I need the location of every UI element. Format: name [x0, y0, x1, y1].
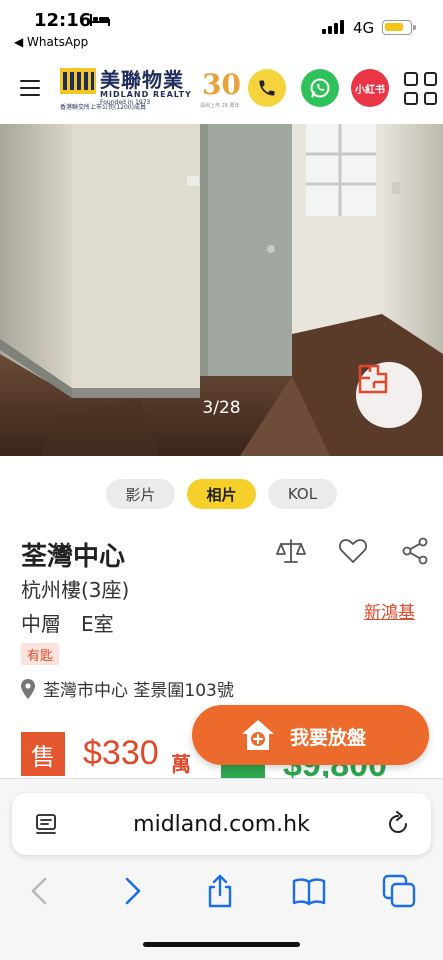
compare-scale-icon[interactable] — [276, 536, 306, 566]
sale-price: $330 — [83, 734, 159, 772]
back-to-app-link[interactable]: ◀ WhatsApp — [14, 35, 88, 49]
apps-grid-icon[interactable] — [404, 72, 437, 105]
network-type: 4G — [353, 19, 375, 37]
signal-icon — [322, 20, 344, 34]
midland-logo[interactable]: 美聯物業 MIDLAND REALTY Founded in 1973 香港聯交… — [60, 64, 242, 112]
browser-toolbar: midland.com.hk — [0, 778, 443, 960]
tabs-icon[interactable] — [381, 873, 417, 909]
listing-actions — [276, 536, 430, 566]
sleep-focus-icon — [90, 14, 110, 26]
anniversary-badge: 30 深圳上市 28 周年 — [198, 68, 242, 110]
share-page-icon[interactable] — [202, 873, 238, 909]
sale-badge: 售 — [21, 732, 65, 776]
floorplan-icon — [358, 364, 388, 394]
brand-name-cn: 美聯物業 — [100, 68, 184, 92]
status-time: 12:16 — [34, 10, 92, 31]
phone-icon — [259, 80, 275, 96]
bookmarks-icon[interactable] — [291, 873, 327, 909]
whatsapp-button[interactable] — [301, 69, 339, 107]
media-tabs: 影片 相片 KOL — [0, 479, 443, 509]
anniversary-number: 30 — [202, 68, 241, 101]
back-icon[interactable] — [22, 873, 58, 909]
whatsapp-icon — [310, 78, 330, 98]
menu-icon[interactable] — [20, 80, 40, 96]
block-name: 杭州樓(3座) — [21, 578, 130, 602]
share-icon[interactable] — [400, 536, 430, 566]
phone-button[interactable] — [248, 69, 286, 107]
xiaohongshu-label: 小紅书 — [355, 84, 385, 96]
site-header: 美聯物業 MIDLAND REALTY Founded in 1973 香港聯交… — [0, 54, 443, 124]
home-indicator — [143, 942, 300, 947]
address-text: 荃灣市中心 荃景圍103號 — [43, 681, 234, 701]
house-plus-icon — [242, 720, 274, 750]
estate-name: 荃灣中心 — [21, 542, 126, 572]
list-property-label: 我要放盤 — [290, 727, 367, 749]
browser-nav — [0, 869, 443, 915]
location-pin-icon — [21, 678, 35, 699]
developer-link[interactable]: 新鴻基 — [364, 598, 415, 623]
address-bar[interactable]: midland.com.hk — [12, 793, 431, 855]
floor-unit: 中層 E室 — [21, 612, 114, 636]
anniversary-sub: 深圳上市 28 周年 — [200, 103, 240, 109]
status-bar: 12:16 ◀ WhatsApp 4G — [0, 0, 443, 54]
xiaohongshu-button[interactable]: 小紅书 — [351, 69, 389, 107]
list-property-button[interactable]: 我要放盤 — [192, 705, 429, 765]
key-badge: 有匙 — [21, 643, 60, 665]
photo-counter: 3/28 — [202, 398, 241, 418]
brand-name-en: MIDLAND REALTY — [100, 90, 192, 99]
tab-kol[interactable]: KOL — [268, 479, 337, 509]
listing-tagline: 香港聯交所上市公司(1200)成員 — [60, 104, 146, 111]
midland-mark-icon — [60, 68, 96, 94]
property-photo[interactable]: 3/28 — [0, 124, 443, 456]
tab-video[interactable]: 影片 — [106, 479, 175, 509]
battery-icon — [382, 20, 416, 35]
favorite-heart-icon[interactable] — [338, 536, 368, 566]
tab-photos[interactable]: 相片 — [187, 479, 256, 509]
reload-icon[interactable] — [385, 811, 411, 837]
forward-icon[interactable] — [114, 873, 150, 909]
sale-price-unit: 萬 — [171, 752, 191, 776]
address[interactable]: 荃灣市中心 荃景圍103號 — [21, 676, 234, 701]
url-text: midland.com.hk — [133, 812, 310, 837]
floorplan-button[interactable] — [356, 362, 422, 428]
